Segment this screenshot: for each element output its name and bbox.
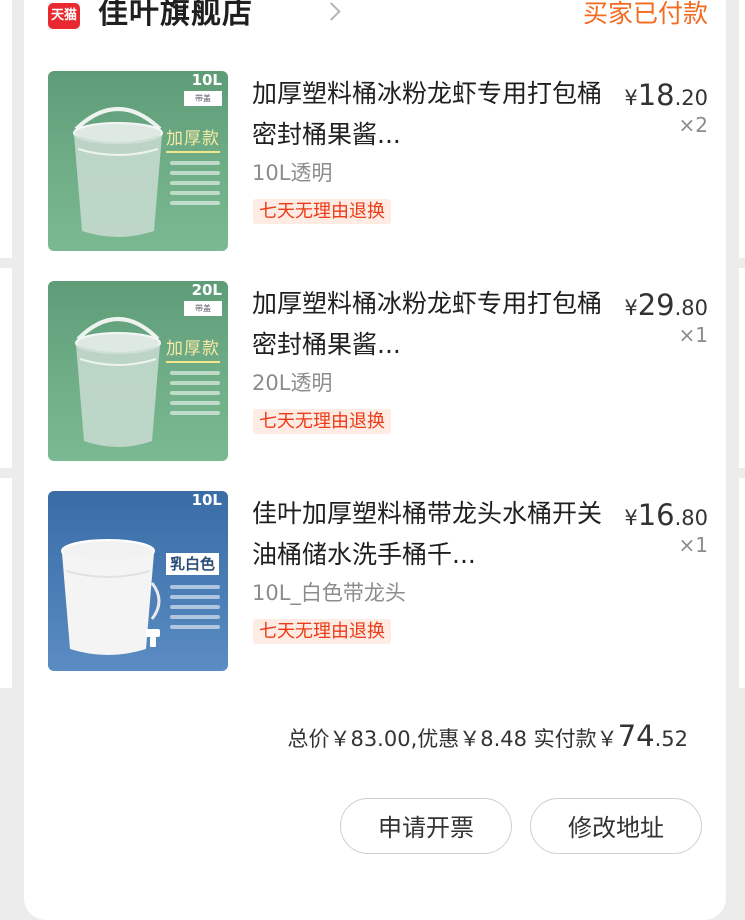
spec-line: [170, 161, 220, 165]
currency-symbol: ¥: [624, 86, 638, 110]
product-title[interactable]: 加厚塑料桶冰粉龙虾专用打包桶密封桶果酱...: [252, 283, 602, 365]
product-volume-label: 10L: [191, 71, 222, 89]
right-neighbor-card-strip: [739, 478, 745, 688]
spec-line: [170, 371, 220, 375]
product-style-label: 加厚款: [166, 339, 220, 363]
modify-address-button[interactable]: 修改地址: [530, 798, 702, 854]
spec-line: [170, 595, 220, 599]
price-integer: 18: [637, 78, 675, 112]
product-image[interactable]: 10L 带盖 加厚款: [48, 71, 228, 251]
spec-line: [170, 615, 220, 619]
apply-invoice-button[interactable]: 申请开票: [340, 798, 512, 854]
left-neighbor-card-strip: [0, 268, 12, 468]
product-volume-label: 20L: [191, 281, 222, 299]
paid-amount-integer: 74: [617, 719, 655, 753]
spec-line: [170, 411, 220, 415]
product-lid-label: 带盖: [184, 91, 222, 106]
product-title[interactable]: 加厚塑料桶冰粉龙虾专用打包桶密封桶果酱...: [252, 73, 602, 155]
order-status: 买家已付款: [582, 0, 708, 28]
right-neighbor-card-strip: [739, 268, 745, 468]
order-header[interactable]: 天猫 佳叶旗舰店 买家已付款: [48, 0, 708, 32]
product-variant: 10L_白色带龙头: [252, 581, 406, 605]
total-text: 总价￥83.00,优惠￥8.48 实付款￥: [287, 727, 618, 751]
return-policy-badge: 七天无理由退换: [253, 409, 391, 434]
currency-symbol: ¥: [624, 296, 638, 320]
product-quantity: ×2: [678, 113, 708, 137]
product-style-label: 加厚款: [166, 129, 220, 153]
tmall-logo-icon: 天猫: [48, 3, 80, 29]
spec-line: [170, 381, 220, 385]
spec-line: [170, 605, 220, 609]
product-style-label: 乳白色: [166, 553, 220, 575]
spec-line: [170, 201, 220, 205]
product-lid-label: 带盖: [184, 301, 222, 316]
price-decimal: .80: [674, 296, 708, 320]
product-variant: 10L透明: [252, 161, 333, 185]
spec-line: [170, 391, 220, 395]
right-neighbor-card-strip: [739, 0, 745, 258]
order-item[interactable]: 20L 带盖 加厚款 加厚塑料桶冰粉龙虾专用打包桶密封桶果酱... 20L透明 …: [48, 281, 708, 461]
paid-amount-decimal: .52: [654, 727, 688, 751]
product-image[interactable]: 10L 乳白色: [48, 491, 228, 671]
spec-line: [170, 585, 220, 589]
price-decimal: .80: [674, 506, 708, 530]
order-total-summary: 总价￥83.00,优惠￥8.48 实付款￥74.52: [287, 716, 688, 759]
left-neighbor-card-strip: [0, 478, 12, 688]
currency-symbol: ¥: [624, 506, 638, 530]
spec-line: [170, 625, 220, 629]
spec-line: [170, 401, 220, 405]
price-integer: 16: [637, 498, 675, 532]
spec-line: [170, 171, 220, 175]
spec-line: [170, 181, 220, 185]
return-policy-badge: 七天无理由退换: [253, 199, 391, 224]
store-name[interactable]: 佳叶旗舰店: [98, 0, 253, 34]
return-policy-badge: 七天无理由退换: [253, 619, 391, 644]
spec-line: [170, 191, 220, 195]
order-item[interactable]: 10L 带盖 加厚款 加厚塑料桶冰粉龙虾专用打包桶密封桶果酱... 10L透明 …: [48, 71, 708, 251]
product-quantity: ×1: [678, 323, 708, 347]
product-quantity: ×1: [678, 533, 708, 557]
bucket-graphic: [61, 539, 161, 655]
order-item[interactable]: 10L 乳白色 佳叶加厚塑料桶带龙头水桶开关油桶储水洗手桶千... 10L_白色…: [48, 491, 708, 671]
product-image[interactable]: 20L 带盖 加厚款: [48, 281, 228, 461]
price-decimal: .20: [674, 86, 708, 110]
product-volume-label: 10L: [191, 491, 222, 509]
price-integer: 29: [637, 288, 675, 322]
left-neighbor-card-strip: [0, 0, 12, 258]
product-title[interactable]: 佳叶加厚塑料桶带龙头水桶开关油桶储水洗手桶千...: [252, 493, 602, 575]
chevron-right-icon[interactable]: [322, 2, 341, 21]
product-variant: 20L透明: [252, 371, 333, 395]
